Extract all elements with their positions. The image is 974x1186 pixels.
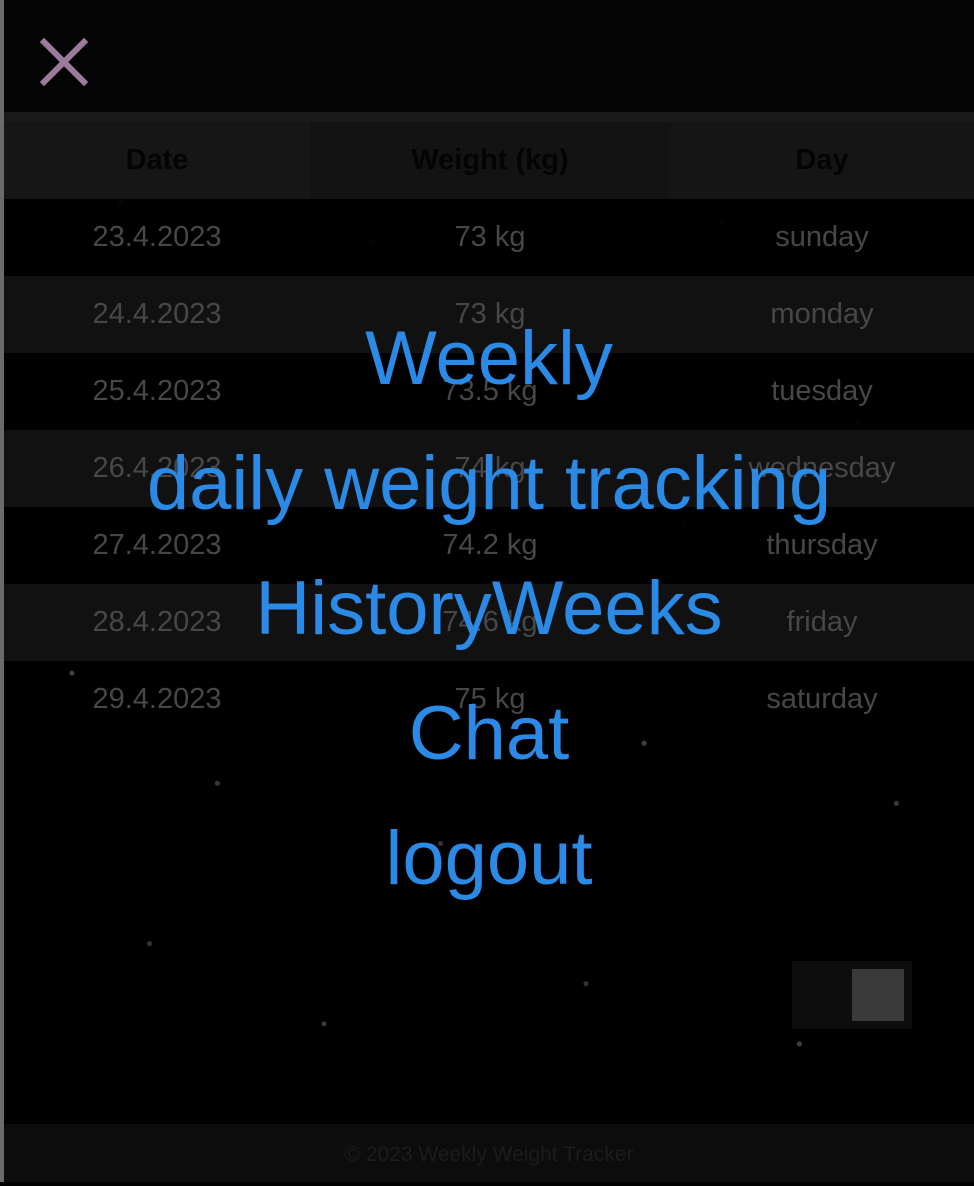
theme-toggle[interactable] (792, 961, 912, 1029)
column-header-date[interactable]: Date (4, 122, 310, 199)
page: Date Weight (kg) Day 23.4.2023 73 kg sun… (0, 0, 974, 1182)
footer: © 2023 Weekly Weight Tracker (4, 1124, 974, 1182)
table-header-row: Date Weight (kg) Day (4, 122, 974, 199)
header-bar (4, 0, 974, 112)
nav-link-logout[interactable]: logout (4, 796, 974, 921)
footer-copyright: © 2023 Weekly Weight Tracker (344, 1143, 634, 1166)
close-icon (39, 37, 89, 87)
table-row: 23.4.2023 73 kg sunday (4, 199, 974, 276)
header-divider (4, 112, 974, 122)
close-menu-button[interactable] (38, 36, 90, 88)
nav-link-chat[interactable]: Chat (4, 671, 974, 796)
cell-date: 23.4.2023 (4, 199, 310, 276)
toggle-knob (852, 969, 904, 1021)
nav-link-history-weeks[interactable]: HistoryWeeks (4, 546, 974, 671)
column-header-weight[interactable]: Weight (kg) (310, 122, 670, 199)
overlay-nav-menu: Weekly daily weight tracking HistoryWeek… (4, 296, 974, 921)
column-header-day[interactable]: Day (670, 122, 974, 199)
nav-link-daily-weight-tracking[interactable]: daily weight tracking (4, 421, 974, 546)
nav-link-weekly[interactable]: Weekly (4, 296, 974, 421)
cell-weight: 73 kg (310, 199, 670, 276)
cell-day: sunday (670, 199, 974, 276)
